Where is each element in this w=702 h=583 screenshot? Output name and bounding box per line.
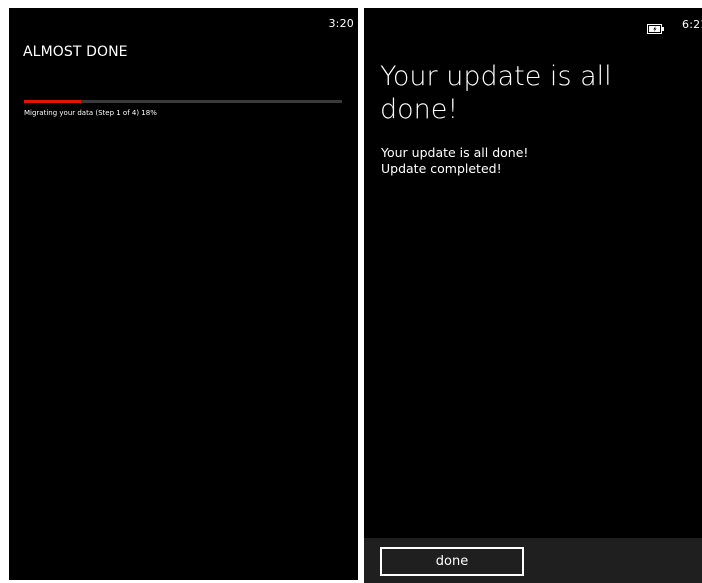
status-clock: 6:21 <box>682 17 702 31</box>
status-clock: 3:20 <box>328 17 354 30</box>
progress-bar <box>24 100 342 103</box>
page-title: ALMOST DONE <box>23 44 128 60</box>
battery-charging-icon <box>647 19 665 34</box>
message-line: Your update is all done! <box>381 145 529 160</box>
progress-bar-fill <box>24 100 82 103</box>
status-bar: 6:21 <box>647 16 702 34</box>
message-line: Update completed! <box>381 161 502 176</box>
migration-screen: 3:20 ALMOST DONE Migrating your data (St… <box>9 8 358 580</box>
update-complete-screen: 6:21 Your update is all done! Your updat… <box>364 8 702 583</box>
message-body: Your update is all done! Update complete… <box>381 145 528 177</box>
progress-caption: Migrating your data (Step 1 of 4) 18% <box>24 109 157 117</box>
page-title: Your update is all done! <box>380 61 612 125</box>
page: 3:20 ALMOST DONE Migrating your data (St… <box>0 0 702 583</box>
app-bar: done <box>364 538 702 583</box>
done-button[interactable]: done <box>380 547 524 576</box>
